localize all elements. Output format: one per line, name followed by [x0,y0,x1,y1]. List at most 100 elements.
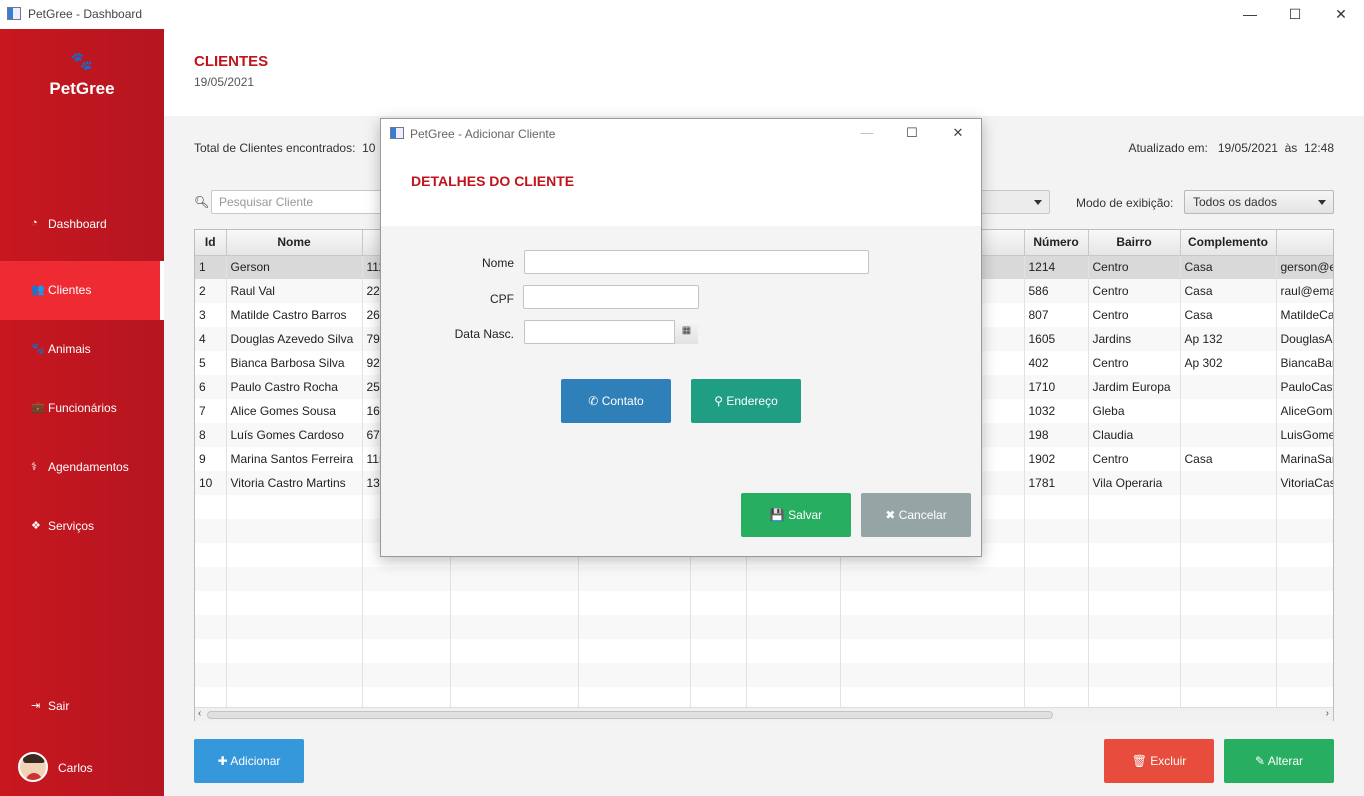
sidebar-item-sair[interactable]: ⇥ Sair [0,677,164,736]
table-cell: Centro [1088,255,1181,279]
delete-label: Excluir [1150,754,1187,768]
dialog-title: PetGree - Adicionar Cliente [410,127,556,141]
column-header[interactable]: Número [1024,230,1089,256]
table-cell [195,543,227,567]
table-cell: 4 [195,327,227,351]
chevron-left-icon[interactable]: ‹ [198,708,201,719]
table-cell [1180,543,1277,567]
table-cell [226,615,363,639]
table-row-empty [195,639,1333,663]
scrollbar-thumb[interactable] [207,711,1053,719]
sidebar-item-funcionarios[interactable]: 💼 Funcionários [0,379,164,438]
minimize-icon[interactable]: — [857,125,877,143]
cpf-field[interactable] [523,285,699,309]
chevron-right-icon[interactable]: › [1326,708,1329,719]
table-cell [195,567,227,591]
table-cell: 586 [1024,279,1089,303]
edit-client-button[interactable]: ✎ Alterar [1224,739,1334,783]
table-cell: LuisGomes [1276,423,1333,447]
column-header[interactable]: Complemento [1180,230,1277,256]
sidebar-item-animais[interactable]: 🐾 Animais [0,320,164,379]
table-cell: 198 [1024,423,1089,447]
table-cell [226,495,363,519]
chevron-down-icon [1034,200,1042,205]
table-cell [1024,663,1089,687]
cancel-button[interactable]: ✖ Cancelar [861,493,971,537]
name-field[interactable] [524,250,869,274]
table-cell: 1032 [1024,399,1089,423]
search-icon: 🔍︎ [194,195,210,209]
table-cell [450,615,579,639]
table-cell [195,591,227,615]
minimize-icon[interactable]: — [1240,4,1260,24]
stethoscope-icon: ⚕ [31,461,37,473]
maximize-icon[interactable]: ☐ [1285,4,1305,24]
calendar-icon[interactable]: ▦ [674,320,698,344]
table-cell: 1214 [1024,255,1089,279]
sidebar-item-clientes[interactable]: 👥 Clientes [0,261,164,320]
table-cell: 1781 [1024,471,1089,495]
table-cell [1276,519,1333,543]
table-cell [1276,663,1333,687]
sidebar-item-label: Funcionários [48,401,117,415]
name-label: Nome [481,256,514,270]
contact-button[interactable]: ✆ Contato [561,379,671,423]
dialog-titlebar: PetGree - Adicionar Cliente — ☐ ✕ [381,119,981,149]
table-cell: Centro [1088,303,1181,327]
table-cell: 3 [195,303,227,327]
address-button[interactable]: ⚲ Endereço [691,379,801,423]
column-header[interactable]: Nome [226,230,363,256]
table-cell [195,495,227,519]
table-cell [690,663,747,687]
delete-client-button[interactable]: 🗑 Excluir [1104,739,1214,783]
updated-date: 19/05/2021 [1217,141,1278,155]
cubes-icon: ❖ [31,520,41,532]
briefcase-icon: 💼 [31,402,45,414]
sidebar-item-dashboard[interactable]: ◔ Dashboard [0,195,164,254]
trash-icon: 🗑 [1131,754,1147,768]
table-cell [362,663,451,687]
user-profile[interactable]: Carlos [0,749,164,789]
table-cell [1276,567,1333,591]
updated-label: Atualizado em: [1128,141,1208,155]
birth-date-picker[interactable]: ▦ [524,320,698,344]
column-header[interactable]: Bairro [1088,230,1181,256]
paw-icon: 🐾 [31,343,45,355]
table-cell [1088,519,1181,543]
table-cell: 10 [195,471,227,495]
column-header[interactable]: Id [195,230,227,256]
view-mode-select[interactable]: Todos os dados [1184,190,1334,214]
column-header[interactable] [1276,230,1333,256]
table-cell [1180,375,1277,399]
filter-dropdown[interactable] [980,190,1050,214]
sidebar-item-servicos[interactable]: ❖ Serviços [0,497,164,556]
table-cell: Centro [1088,279,1181,303]
cpf-label: CPF [490,292,514,306]
table-cell: Raul Val [226,279,363,303]
table-cell [578,663,691,687]
table-cell: Gerson [226,255,363,279]
close-icon[interactable]: ✕ [1331,4,1351,24]
table-cell: AliceGome [1276,399,1333,423]
table-cell [840,591,1025,615]
table-cell [746,567,841,591]
table-cell: Centro [1088,351,1181,375]
search-input[interactable]: Pesquisar Cliente [211,190,391,214]
add-client-button[interactable]: ✚ Adicionar [194,739,304,783]
edit-label: Alterar [1267,754,1304,768]
save-button[interactable]: 💾 Salvar [741,493,851,537]
table-cell: 9 [195,447,227,471]
table-cell [746,639,841,663]
paw-icon: 🐾 [70,51,94,71]
table-cell [1180,567,1277,591]
table-cell: 1 [195,255,227,279]
sidebar-item-agendamentos[interactable]: ⚕ Agendamentos [0,438,164,497]
user-name: Carlos [58,761,93,775]
table-cell [362,639,451,663]
save-label: Salvar [788,508,823,522]
maximize-icon[interactable]: ☐ [902,125,922,143]
table-cell: 6 [195,375,227,399]
close-icon[interactable]: ✕ [948,125,968,143]
horizontal-scrollbar[interactable]: ‹ › [195,707,1333,721]
table-cell [450,567,579,591]
